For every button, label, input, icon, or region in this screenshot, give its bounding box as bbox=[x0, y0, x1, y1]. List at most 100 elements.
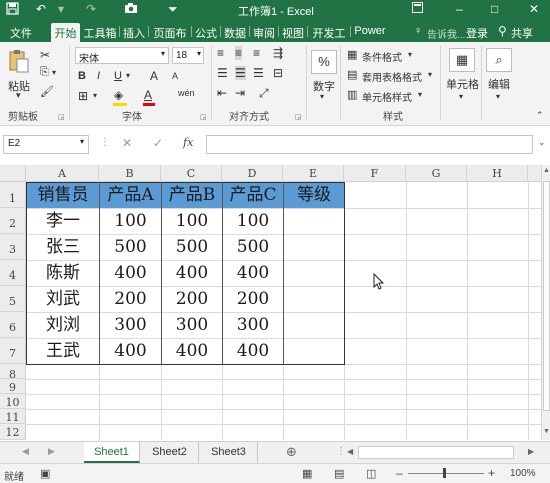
redo-icon[interactable]: ↷ bbox=[86, 2, 96, 16]
col-header-a[interactable]: A bbox=[26, 165, 99, 182]
paste-dropdown-icon[interactable]: ▾ bbox=[16, 90, 21, 101]
tab-power[interactable]: Power bbox=[352, 23, 388, 42]
table-cell[interactable]: 200 bbox=[162, 286, 222, 312]
macro-record-icon[interactable]: ▣ bbox=[40, 467, 50, 480]
header-cell-grade[interactable]: 等级 bbox=[284, 182, 344, 208]
undo-icon[interactable]: ↶ bbox=[36, 2, 46, 16]
camera-icon[interactable] bbox=[124, 2, 138, 17]
search-icon[interactable]: ⌕ bbox=[486, 48, 512, 72]
maximize-icon[interactable]: □ bbox=[491, 2, 498, 16]
cells-button[interactable]: 单元格 bbox=[446, 76, 479, 92]
row-header-10[interactable]: 10 bbox=[0, 394, 26, 409]
table-cell[interactable]: 400 bbox=[100, 338, 161, 364]
wrap-text-icon[interactable]: ⇶ bbox=[273, 46, 283, 60]
table-cell[interactable]: 400 bbox=[223, 338, 283, 364]
paste-icon[interactable] bbox=[8, 48, 30, 74]
scroll-up-icon[interactable]: ▲ bbox=[543, 167, 550, 174]
col-header-f[interactable]: F bbox=[344, 165, 406, 182]
format-painter-icon[interactable]: 🖌 bbox=[40, 85, 54, 98]
table-cell[interactable]: 刘浏 bbox=[27, 312, 99, 338]
table-cell[interactable]: 300 bbox=[223, 312, 283, 338]
undo-dropdown-icon[interactable]: ▾ bbox=[58, 2, 64, 16]
sheet-tab-1[interactable]: Sheet1 bbox=[84, 442, 140, 463]
border-dropdown-icon[interactable]: ▾ bbox=[93, 91, 97, 100]
add-sheet-icon[interactable]: ⊕ bbox=[286, 444, 297, 460]
zoom-out-icon[interactable]: – bbox=[396, 466, 403, 480]
table-cell[interactable]: 100 bbox=[162, 208, 222, 234]
table-cell[interactable] bbox=[284, 312, 344, 338]
align-bottom-icon[interactable]: ≡ bbox=[253, 46, 260, 60]
customize-qa-icon[interactable]: ⏷ bbox=[168, 2, 178, 17]
decrease-indent-icon[interactable]: ⇤ bbox=[217, 86, 227, 100]
table-cell[interactable]: 300 bbox=[100, 312, 161, 338]
align-left-icon[interactable]: ☰ bbox=[217, 66, 228, 80]
merge-center-icon[interactable]: ⊟ bbox=[273, 66, 283, 80]
grow-font-button[interactable]: A bbox=[150, 69, 158, 83]
table-cell[interactable]: 300 bbox=[162, 312, 222, 338]
table-cell[interactable]: 400 bbox=[223, 260, 283, 286]
tab-home[interactable]: 开始 bbox=[51, 23, 80, 42]
col-header-c[interactable]: C bbox=[161, 165, 222, 182]
font-name-select[interactable]: 宋体 ▾ bbox=[75, 47, 169, 65]
zoom-level[interactable]: 100% bbox=[510, 468, 536, 479]
table-cell[interactable]: 500 bbox=[162, 234, 222, 260]
table-cell[interactable] bbox=[284, 234, 344, 260]
italic-button[interactable]: I bbox=[97, 70, 100, 82]
name-box[interactable]: E2 ▾ bbox=[3, 135, 89, 154]
zoom-slider[interactable] bbox=[408, 473, 484, 474]
collapse-ribbon-icon[interactable]: ⌃ bbox=[536, 110, 544, 121]
underline-button[interactable]: U bbox=[114, 70, 122, 82]
font-color-icon[interactable]: A bbox=[144, 88, 152, 102]
tab-insert[interactable]: 插入 bbox=[121, 23, 147, 42]
shrink-font-button[interactable]: A bbox=[172, 71, 178, 81]
zoom-slider-handle[interactable] bbox=[443, 468, 446, 478]
scroll-down-icon[interactable]: ▼ bbox=[543, 428, 550, 435]
page-layout-view-icon[interactable]: ▤ bbox=[334, 467, 344, 480]
tab-formulas[interactable]: 公式 bbox=[193, 23, 219, 42]
tab-data[interactable]: 数据 bbox=[222, 23, 248, 42]
increase-indent-icon[interactable]: ⇥ bbox=[235, 86, 245, 100]
underline-dropdown-icon[interactable]: ▾ bbox=[126, 71, 130, 80]
clipboard-launcher-icon[interactable]: ◲ bbox=[58, 113, 65, 121]
cancel-icon[interactable]: ✕ bbox=[122, 136, 132, 150]
close-icon[interactable]: ✕ bbox=[529, 2, 539, 16]
col-header-b[interactable]: B bbox=[99, 165, 161, 182]
cut-icon[interactable]: ✂ bbox=[40, 48, 50, 62]
sheet-tab-3[interactable]: Sheet3 bbox=[200, 442, 258, 463]
table-cell[interactable]: 刘武 bbox=[27, 286, 99, 312]
table-cell[interactable]: 陈斯 bbox=[27, 260, 99, 286]
row-header-4[interactable]: 4 bbox=[0, 260, 26, 286]
copy-icon[interactable]: ⎘ bbox=[40, 66, 49, 79]
vertical-scrollbar[interactable]: ▲ ▼ bbox=[541, 165, 550, 440]
zoom-in-icon[interactable]: + bbox=[488, 466, 495, 480]
row-header-5[interactable]: 5 bbox=[0, 286, 26, 312]
editing-button[interactable]: 编辑 bbox=[488, 76, 510, 92]
percent-icon[interactable]: % bbox=[311, 50, 337, 74]
row-header-11[interactable]: 11 bbox=[0, 409, 26, 424]
horizontal-scroll-thumb[interactable] bbox=[358, 446, 514, 459]
table-cell[interactable] bbox=[284, 338, 344, 364]
scroll-thumb[interactable] bbox=[543, 181, 550, 411]
header-cell-product-c[interactable]: 产品C bbox=[223, 182, 283, 208]
tab-file[interactable]: 文件 bbox=[4, 23, 38, 42]
insert-function-icon[interactable]: fx bbox=[183, 136, 193, 149]
login-link[interactable]: 登录 bbox=[466, 25, 488, 41]
normal-view-icon[interactable]: ▦ bbox=[302, 467, 312, 480]
phonetic-button[interactable]: wén bbox=[178, 88, 195, 98]
align-top-icon[interactable]: ≡ bbox=[217, 46, 224, 60]
cell-styles-dropdown-icon[interactable]: ▾ bbox=[418, 90, 422, 99]
row-header-3[interactable]: 3 bbox=[0, 234, 26, 260]
number-dropdown-icon[interactable]: ▾ bbox=[320, 92, 324, 101]
alignment-launcher-icon[interactable]: ◲ bbox=[295, 113, 302, 121]
next-sheet-icon[interactable]: ▶ bbox=[48, 446, 55, 457]
editing-dropdown-icon[interactable]: ▾ bbox=[496, 92, 500, 101]
header-cell-product-a[interactable]: 产品A bbox=[100, 182, 161, 208]
col-header-h[interactable]: H bbox=[467, 165, 528, 182]
ribbon-display-icon[interactable] bbox=[412, 2, 423, 16]
align-middle-icon[interactable]: ≡ bbox=[235, 46, 243, 60]
row-header-8[interactable]: 8 bbox=[0, 364, 26, 381]
orientation-icon[interactable]: ⤢ bbox=[259, 86, 269, 101]
row-header-1[interactable]: 1 bbox=[0, 182, 26, 208]
page-break-view-icon[interactable]: ◫ bbox=[366, 467, 376, 480]
table-cell[interactable]: 400 bbox=[162, 338, 222, 364]
